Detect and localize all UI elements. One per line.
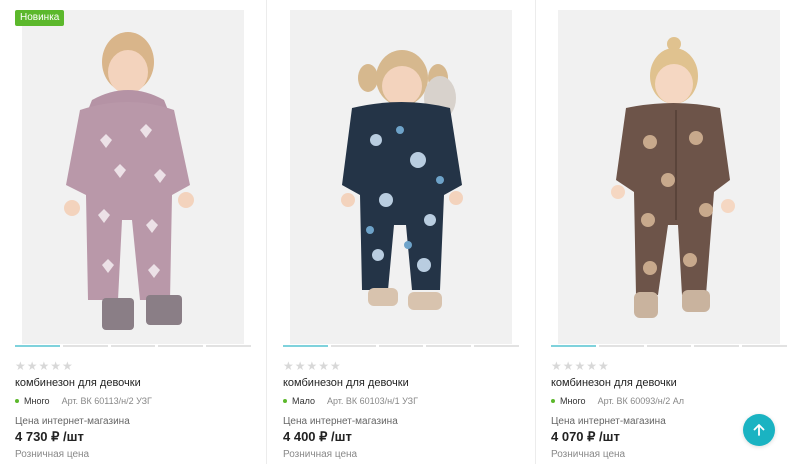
new-badge: Новинка [15,10,65,26]
pagination-dot[interactable] [694,345,740,347]
pagination-dot[interactable] [474,345,519,347]
price-label: Цена интернет-магазина [283,416,398,427]
pagination-dot[interactable] [426,345,472,347]
product-card[interactable]: ★★★★★ комбинезон для девочки Мало Арт. В… [268,0,534,464]
stock-status: Много [560,396,586,406]
product-photo[interactable] [22,10,244,344]
pagination-dot[interactable] [646,345,692,347]
stock-indicator-icon [551,399,555,403]
pagination-dot[interactable] [742,345,787,347]
pagination-dot[interactable] [62,345,108,347]
arrow-up-icon [753,424,765,436]
card-divider [266,0,267,464]
photo-pagination[interactable] [551,345,787,348]
product-name[interactable]: комбинезон для девочки [15,377,141,389]
rating-stars: ★★★★★ [15,359,74,373]
photo-pagination[interactable] [15,345,251,348]
article-number: Арт. ВК 60093/н/2 Ал [597,396,685,406]
price: 4 400 ₽ /шт [283,429,352,444]
product-grid: Новинка ★★★★★ комбинезон для девочки Мно… [0,0,800,464]
stock-indicator-icon [15,399,19,403]
scroll-to-top-button[interactable] [743,414,775,446]
product-photo[interactable] [558,10,780,344]
stock-status: Много [24,396,50,406]
pagination-dot[interactable] [110,345,156,347]
stock-indicator-icon [283,399,287,403]
pagination-dot[interactable] [15,345,60,347]
product-meta: Много Арт. ВК 60093/н/2 Ал [551,396,684,406]
product-card[interactable]: ★★★★★ комбинезон для девочки Много Арт. … [536,0,800,464]
article-number: Арт. ВК 60103/н/1 УЗГ [326,396,418,406]
product-meta: Мало Арт. ВК 60103/н/1 УЗГ [283,396,418,406]
product-name[interactable]: комбинезон для девочки [283,377,409,389]
rating-stars: ★★★★★ [283,359,342,373]
stock-status: Мало [292,396,315,406]
pagination-dot[interactable] [378,345,424,347]
retail-price-label: Розничная цена [283,449,358,460]
article-number: Арт. ВК 60113/н/2 УЗГ [61,396,152,406]
price: 4 070 ₽ /шт [551,429,620,444]
price: 4 730 ₽ /шт [15,429,84,444]
pagination-dot[interactable] [551,345,596,347]
pagination-dot[interactable] [158,345,204,347]
product-meta: Много Арт. ВК 60113/н/2 УЗГ [15,396,152,406]
product-photo[interactable] [290,10,512,344]
rating-stars: ★★★★★ [551,359,610,373]
product-name[interactable]: комбинезон для девочки [551,377,677,389]
pagination-dot[interactable] [330,345,376,347]
retail-price-label: Розничная цена [15,449,90,460]
price-label: Цена интернет-магазина [15,416,130,427]
retail-price-label: Розничная цена [551,449,626,460]
pagination-dot[interactable] [206,345,251,347]
pagination-dot[interactable] [598,345,644,347]
pagination-dot[interactable] [283,345,328,347]
photo-pagination[interactable] [283,345,519,348]
price-label: Цена интернет-магазина [551,416,666,427]
product-card[interactable]: Новинка ★★★★★ комбинезон для девочки Мно… [0,0,266,464]
